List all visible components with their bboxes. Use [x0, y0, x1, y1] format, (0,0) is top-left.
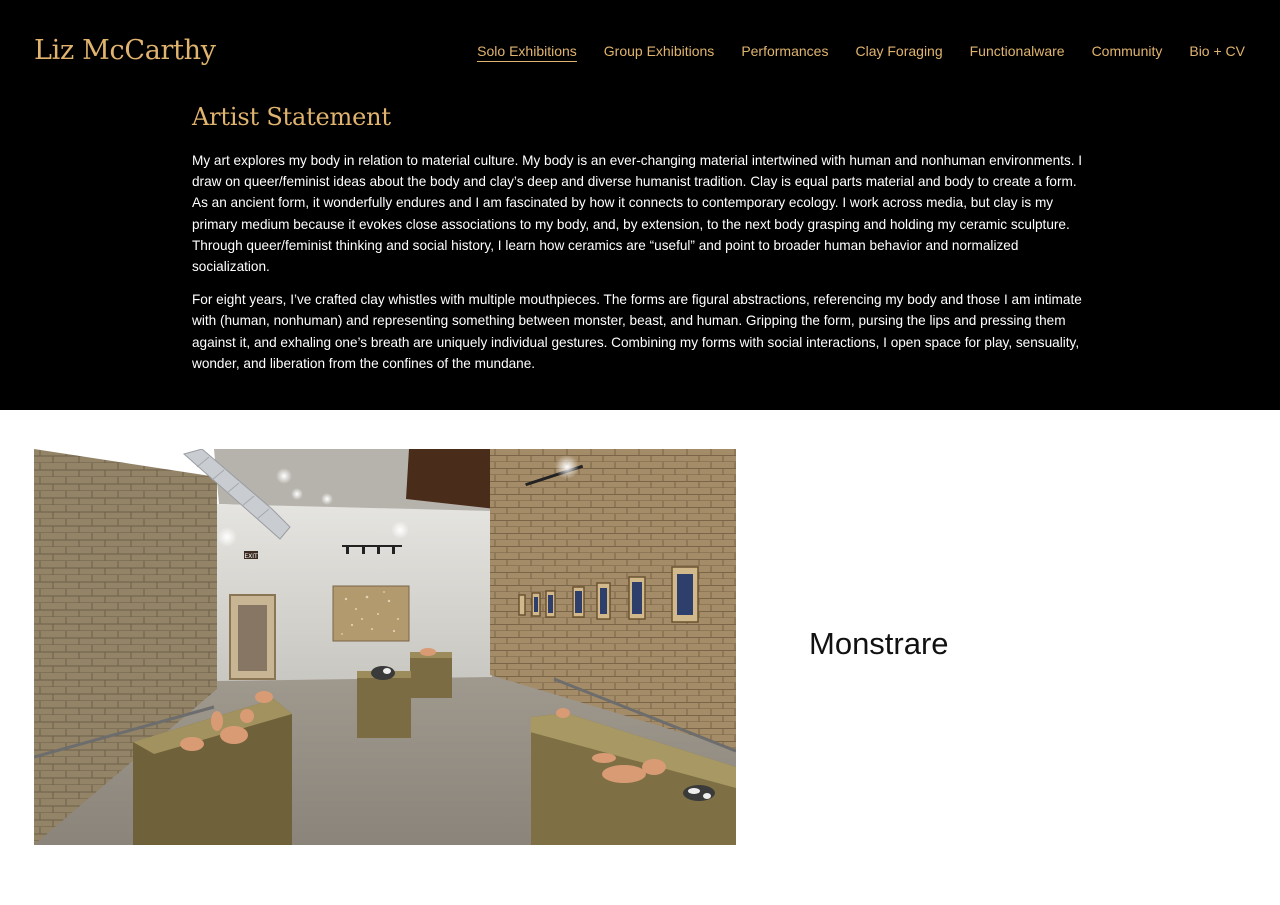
nav-link-bio-cv[interactable]: Bio + CV: [1189, 42, 1245, 62]
exhibition-section: EXIT Monstrare: [0, 410, 1280, 905]
nav-link-solo-exhibitions[interactable]: Solo Exhibitions: [477, 42, 577, 62]
exit-sign: EXIT: [244, 553, 258, 560]
exhibition-photo[interactable]: EXIT: [34, 449, 736, 845]
site-title[interactable]: Liz McCarthy: [34, 32, 216, 70]
statement-heading: Artist Statement: [192, 103, 391, 131]
statement-paragraph-2: For eight years, I’ve crafted clay whist…: [192, 292, 1082, 371]
main-nav: Solo Exhibitions Group Exhibitions Perfo…: [477, 42, 1245, 62]
exhibition-title[interactable]: Monstrare: [809, 624, 949, 664]
artist-statement: Artist Statement My art explores my body…: [192, 100, 1092, 386]
nav-link-performances[interactable]: Performances: [741, 42, 828, 62]
header-section: Liz McCarthy Solo Exhibitions Group Exhi…: [0, 0, 1280, 410]
nav-link-functionalware[interactable]: Functionalware: [970, 42, 1065, 62]
statement-paragraph-1: My art explores my body in relation to m…: [192, 153, 1083, 275]
nav-link-community[interactable]: Community: [1092, 42, 1163, 62]
nav-link-group-exhibitions[interactable]: Group Exhibitions: [604, 42, 715, 62]
nav-link-clay-foraging[interactable]: Clay Foraging: [855, 42, 942, 62]
